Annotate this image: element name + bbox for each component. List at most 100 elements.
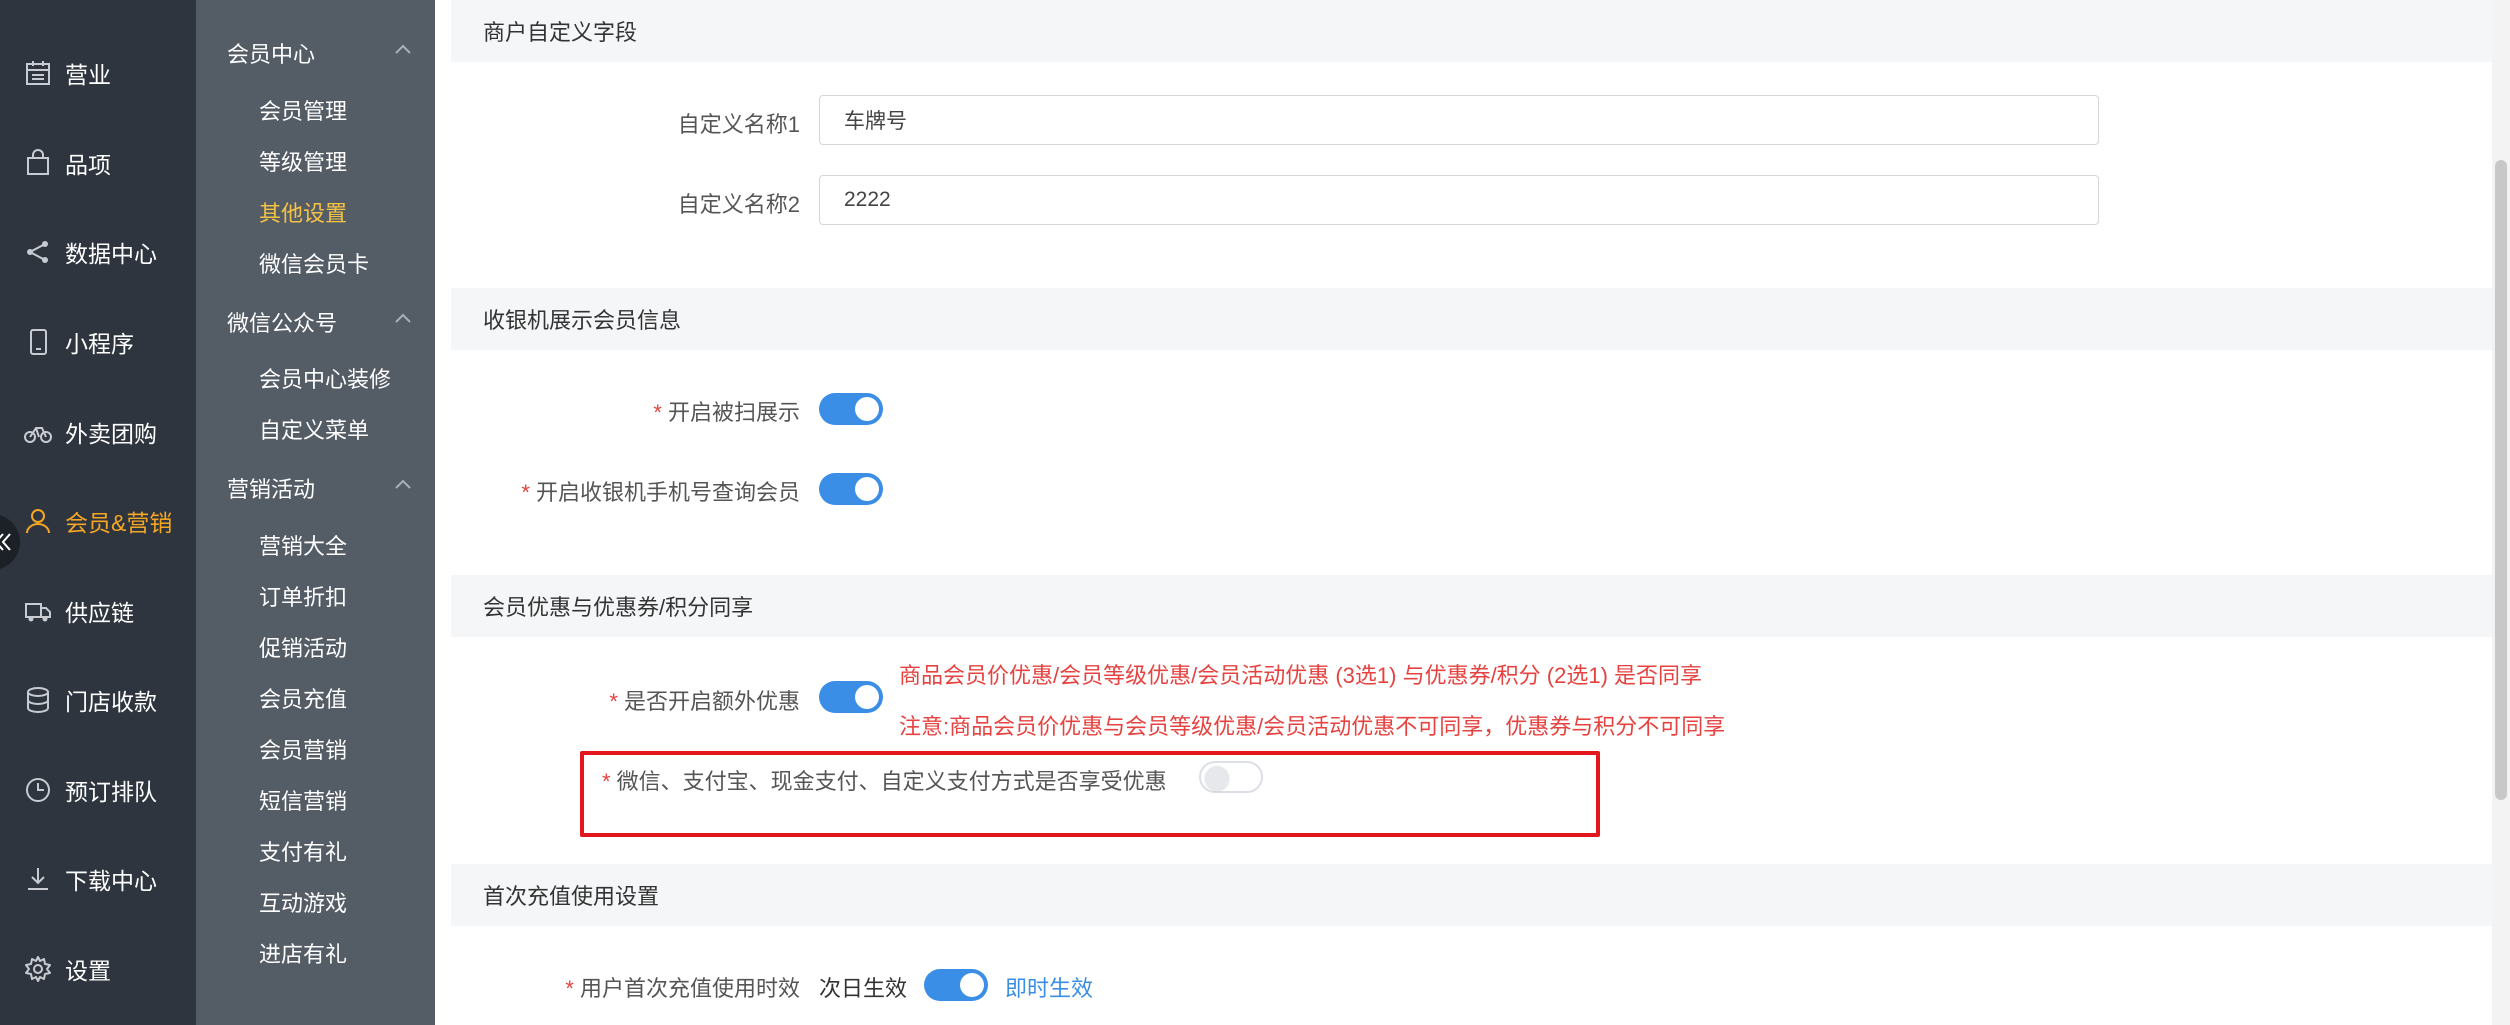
toggle-knob	[1205, 766, 1229, 790]
share-icon	[27, 241, 48, 263]
gear-icon	[25, 956, 51, 982]
submenu-group-marketing[interactable]: 营销活动	[227, 472, 315, 504]
toggle-knob	[960, 973, 984, 997]
submenu-item-member-management[interactable]: 会员管理	[259, 94, 347, 126]
discount-note-2: 注意:商品会员价优惠与会员等级优惠/会员活动优惠不可同享，优惠券与积分不可同享	[899, 714, 1726, 739]
submenu-item-marketing-all[interactable]: 营销大全	[259, 529, 347, 561]
truck-icon	[25, 603, 51, 622]
nav-item-member-marketing[interactable]: 会员&营销	[0, 491, 196, 551]
user-icon	[26, 509, 50, 534]
required-mark: *	[521, 480, 530, 505]
toggle-knob	[855, 397, 879, 421]
nav-item-settings[interactable]: 设置	[0, 939, 196, 999]
chevron-up-icon[interactable]	[394, 478, 412, 490]
nav-label: 数据中心	[65, 241, 157, 267]
submenu-item-store-entry-gift[interactable]: 进店有礼	[259, 937, 347, 969]
nav-label: 预订排队	[65, 779, 157, 805]
nav-label: 会员&营销	[65, 510, 173, 536]
bike-icon	[24, 427, 52, 443]
nav-label: 下载中心	[65, 868, 157, 894]
download-icon	[28, 868, 48, 890]
submenu-item-order-discount[interactable]: 订单折扣	[259, 580, 347, 612]
phone-icon	[30, 329, 47, 355]
submenu-item-other-settings[interactable]: 其他设置	[259, 196, 347, 228]
double-chevron-left-icon	[0, 533, 11, 551]
clock-icon	[26, 778, 50, 802]
payment-discount-label: * 微信、支付宝、现金支付、自定义支付方式是否享受优惠	[602, 764, 1167, 796]
section-header-discount: 会员优惠与优惠券/积分同享	[451, 575, 2510, 637]
payment-discount-toggle[interactable]	[1199, 761, 1263, 793]
nav-item-store-payment[interactable]: 门店收款	[0, 670, 196, 730]
nav-label: 营业	[65, 62, 111, 88]
scan-display-label: * 开启被扫展示	[653, 395, 800, 427]
discount-note-1: 商品会员价优惠/会员等级优惠/会员活动优惠 (3选1) 与优惠券/积分 (2选1…	[899, 663, 1703, 688]
scan-display-toggle[interactable]	[819, 393, 883, 425]
nav-item-business[interactable]: 营业	[0, 43, 196, 103]
recharge-effective-toggle[interactable]	[924, 969, 988, 1001]
nav-item-reservation[interactable]: 预订排队	[0, 760, 196, 820]
section-title: 商户自定义字段	[483, 20, 638, 45]
submenu-group-wechat-official[interactable]: 微信公众号	[227, 306, 337, 338]
label-text: 开启收银机手机号查询会员	[535, 480, 800, 505]
submenu-item-wechat-member-card[interactable]: 微信会员卡	[259, 247, 369, 279]
calendar-icon	[26, 61, 50, 85]
submenu-item-member-marketing[interactable]: 会员营销	[259, 733, 347, 765]
section-title: 首次充值使用设置	[483, 884, 660, 909]
required-mark: *	[565, 976, 574, 1001]
field2-label: 自定义名称2	[677, 192, 800, 217]
scrollbar[interactable]	[2492, 0, 2510, 1025]
nav-label: 品项	[65, 152, 111, 178]
main-content: 商户自定义字段 自定义名称1 自定义名称2 收银机展示会员信息 *开启被扫展示 …	[435, 0, 2510, 1025]
next-day-option[interactable]: 次日生效	[819, 971, 907, 1003]
label-text: 是否开启额外优惠	[623, 689, 800, 714]
submenu-item-sms-marketing[interactable]: 短信营销	[259, 784, 347, 816]
recharge-effective-label: * 用户首次充值使用时效	[565, 971, 800, 1003]
extra-discount-label: * 是否开启额外优惠	[609, 684, 800, 716]
submenu-item-custom-menu[interactable]: 自定义菜单	[259, 413, 369, 445]
nav-item-takeout[interactable]: 外卖团购	[0, 402, 196, 462]
submenu-item-member-center-decoration[interactable]: 会员中心装修	[259, 362, 391, 394]
scroll-thumb[interactable]	[2495, 160, 2507, 800]
bag-icon	[27, 149, 49, 175]
database-icon	[27, 687, 49, 713]
section-header-recharge: 首次充值使用设置	[451, 864, 2510, 926]
required-mark: *	[653, 400, 662, 425]
nav-label: 供应链	[65, 600, 134, 626]
submenu-item-member-recharge[interactable]: 会员充值	[259, 682, 347, 714]
nav-item-data-center[interactable]: 数据中心	[0, 222, 196, 282]
submenu-item-payment-gift[interactable]: 支付有礼	[259, 835, 347, 867]
phone-query-toggle[interactable]	[819, 473, 883, 505]
required-mark: *	[602, 769, 611, 794]
nav-label: 设置	[65, 958, 111, 984]
extra-discount-toggle[interactable]	[819, 681, 883, 713]
custom-name-1-input[interactable]	[819, 95, 2099, 145]
custom-name-2-input[interactable]	[819, 175, 2099, 225]
chevron-up-icon[interactable]	[394, 43, 412, 55]
nav-item-products[interactable]: 品项	[0, 133, 196, 193]
main-nav: 营业 品项 数据中心 小程序 外卖团购 会员&营销 供应链 门店收款 预订排队 …	[0, 0, 196, 1025]
submenu-item-level-management[interactable]: 等级管理	[259, 145, 347, 177]
submenu-item-promotion[interactable]: 促销活动	[259, 631, 347, 663]
sub-menu: 会员中心 会员管理 等级管理 其他设置 微信会员卡 微信公众号 会员中心装修 自…	[196, 0, 435, 1025]
submenu-item-interactive-game[interactable]: 互动游戏	[259, 886, 347, 918]
nav-label: 小程序	[65, 331, 134, 357]
label-text: 开启被扫展示	[667, 400, 800, 425]
section-title: 会员优惠与优惠券/积分同享	[483, 595, 754, 620]
submenu-group-member-center[interactable]: 会员中心	[227, 37, 315, 69]
toggle-knob	[855, 685, 879, 709]
nav-label: 门店收款	[65, 689, 157, 715]
label-text: 用户首次充值使用时效	[579, 976, 800, 1001]
phone-query-label: * 开启收银机手机号查询会员	[521, 475, 800, 507]
nav-item-supply-chain[interactable]: 供应链	[0, 581, 196, 641]
required-mark: *	[609, 689, 618, 714]
nav-item-download-center[interactable]: 下载中心	[0, 849, 196, 909]
section-title: 收银机展示会员信息	[483, 308, 682, 333]
field1-label: 自定义名称1	[677, 112, 800, 137]
section-header-custom-fields: 商户自定义字段	[451, 0, 2510, 62]
nav-item-mini-program[interactable]: 小程序	[0, 312, 196, 372]
label-text: 微信、支付宝、现金支付、自定义支付方式是否享受优惠	[616, 769, 1167, 794]
chevron-up-icon[interactable]	[394, 312, 412, 324]
nav-label: 外卖团购	[65, 421, 157, 447]
immediate-option[interactable]: 即时生效	[1005, 971, 1093, 1003]
toggle-knob	[855, 477, 879, 501]
